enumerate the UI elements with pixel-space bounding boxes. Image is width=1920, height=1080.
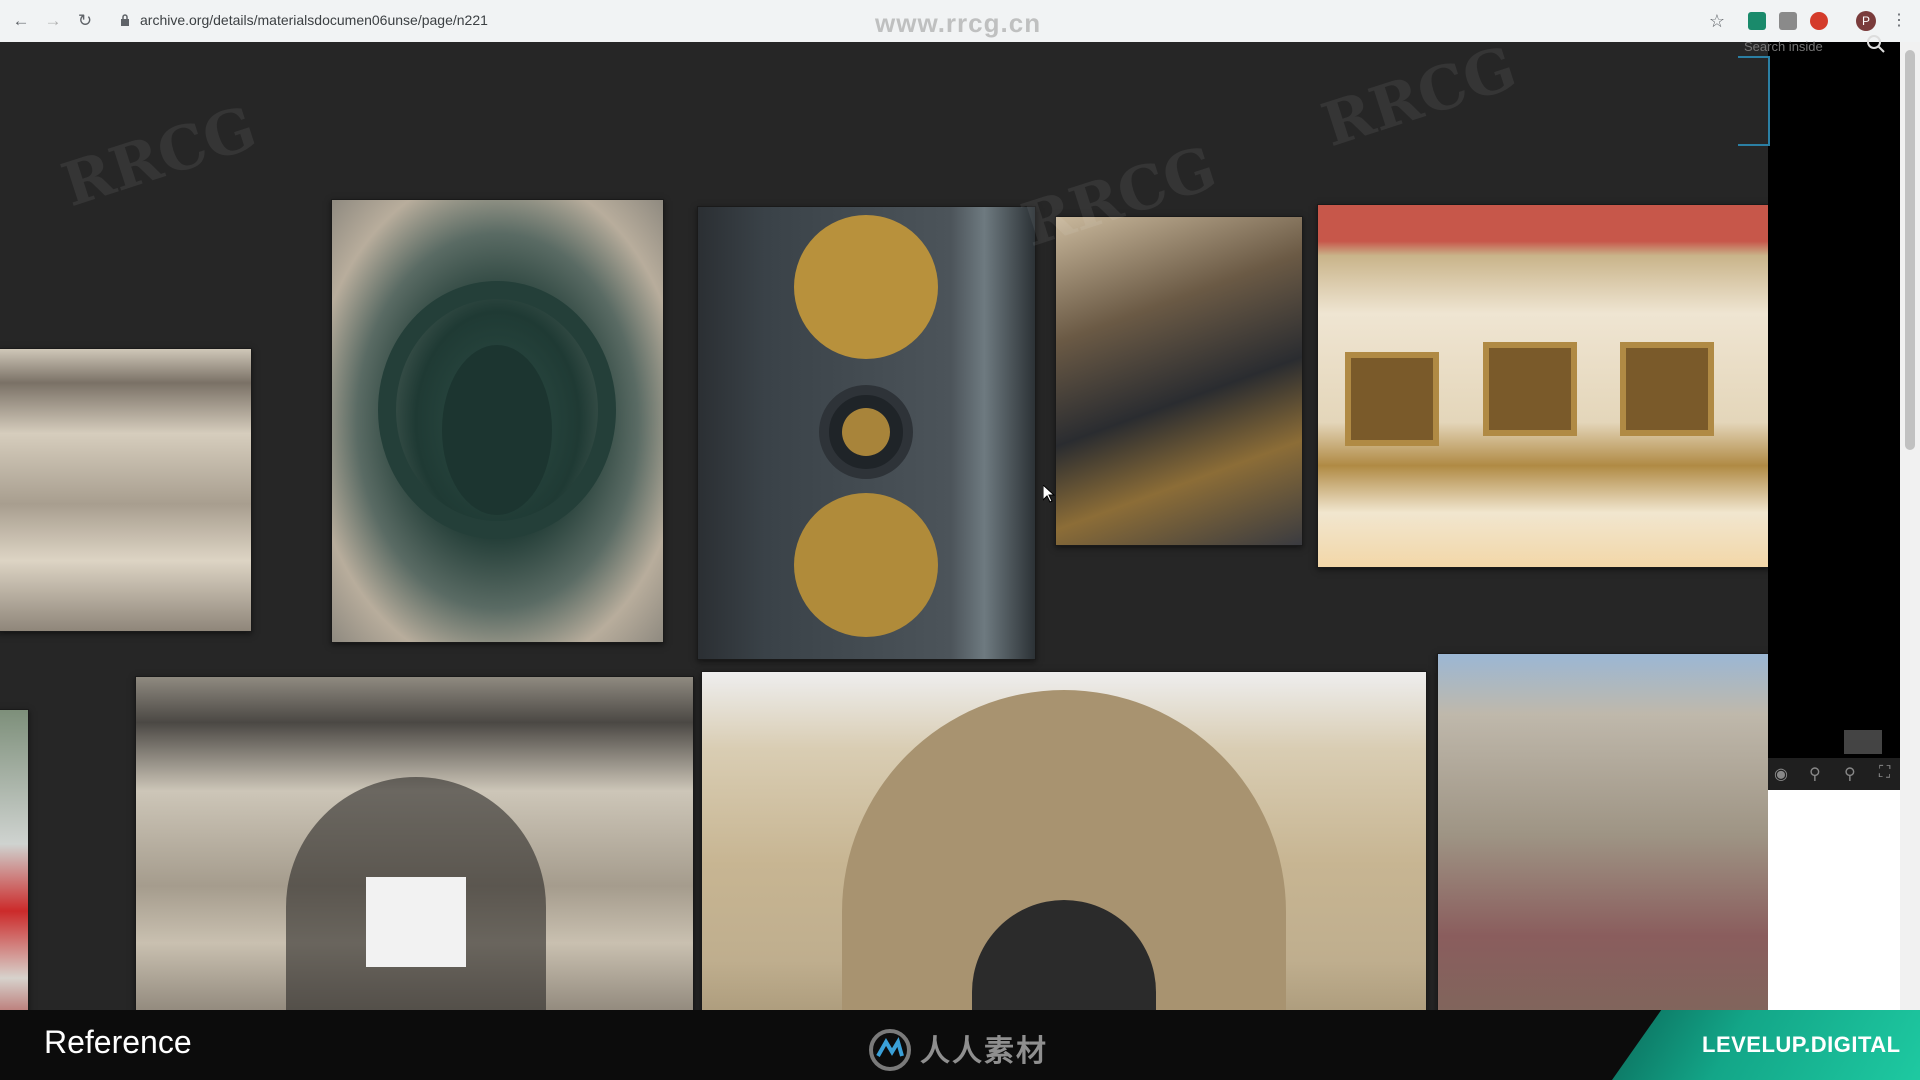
profile-avatar[interactable]: P [1856, 11, 1876, 31]
photo-gold-scroll-railing [1055, 216, 1303, 546]
mouse-cursor-icon [1043, 485, 1055, 503]
bookmark-star-icon[interactable]: ☆ [1706, 10, 1728, 32]
extension-icon[interactable] [1810, 12, 1828, 30]
zoom-out-icon[interactable]: ⚲ [1809, 764, 1821, 784]
back-arrow-icon[interactable]: ← [10, 10, 32, 32]
photo-statue-facade [1437, 653, 1768, 1010]
extension-icon[interactable] [1748, 12, 1766, 30]
watermark: RRCG [1314, 42, 1525, 161]
logo-icon [869, 1029, 911, 1071]
extension-icon[interactable] [1779, 12, 1797, 30]
photo-grand-arch [701, 671, 1427, 1010]
menu-dots-icon[interactable]: ⋮ [1888, 10, 1910, 32]
brand-name: LEVELUP.DIGITAL [1702, 1032, 1901, 1057]
site-watermark: www.rrcg.cn [875, 8, 1042, 38]
photo-cornice [0, 348, 252, 632]
scrollbar-thumb[interactable] [1905, 50, 1915, 450]
collapse-toggle-icon[interactable] [1844, 730, 1882, 754]
fullscreen-icon[interactable]: ⛶ [1879, 764, 1890, 782]
photo-gold-flower-gate [697, 206, 1036, 660]
lock-icon [121, 14, 129, 26]
logo-text: 人人素材 [920, 1035, 1048, 1068]
audio-icon[interactable]: ◉ [1774, 764, 1788, 784]
search-icon[interactable] [1866, 34, 1886, 54]
address-bar[interactable]: archive.org/details/materialsdocumen06un… [140, 12, 488, 28]
book-page-viewer: RRCG RRCG RRCG [0, 42, 1768, 1010]
photo-balcony-facade [135, 676, 694, 1010]
section-title: Reference [44, 1024, 192, 1060]
forward-arrow-icon[interactable]: → [42, 10, 64, 32]
panel-frame [1738, 56, 1770, 146]
photo-partial-red [0, 709, 29, 1010]
photo-coffered-arch [1317, 204, 1768, 568]
watermark: RRCG [54, 93, 265, 221]
reload-icon[interactable]: ↻ [74, 10, 96, 32]
zoom-in-icon[interactable]: ⚲ [1844, 764, 1856, 784]
photo-green-ironwork [331, 199, 664, 643]
panel-lower-area [1768, 790, 1900, 1010]
